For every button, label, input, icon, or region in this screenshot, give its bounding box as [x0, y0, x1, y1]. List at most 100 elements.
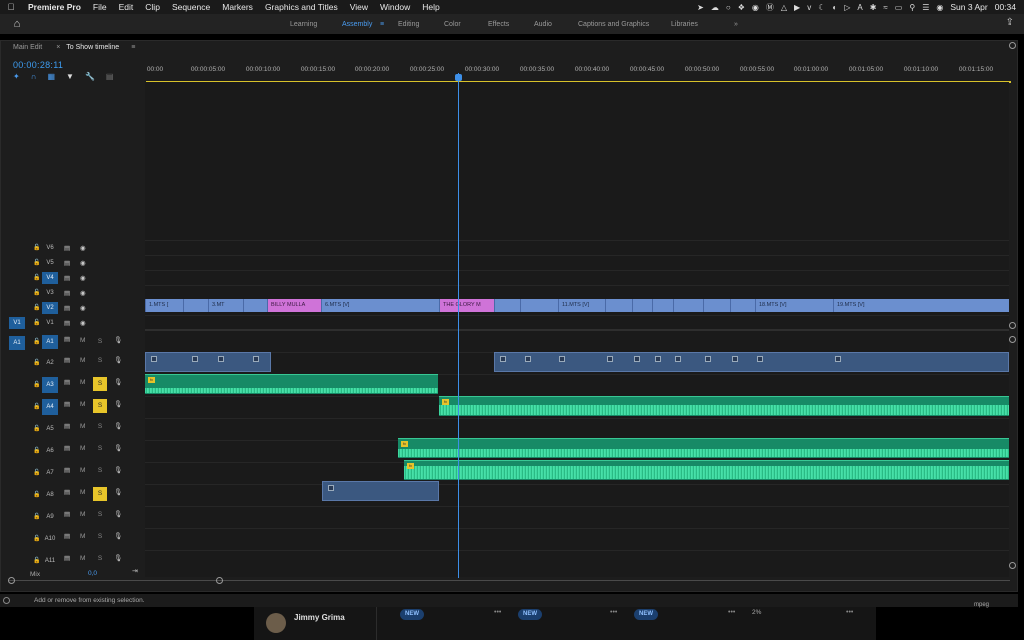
cloud-icon[interactable]: ☁ — [711, 3, 719, 12]
scroll-knob[interactable] — [1009, 336, 1016, 343]
play-circle-icon[interactable]: ▷ — [844, 3, 850, 12]
workspace-tab-editing[interactable]: Editing — [398, 21, 419, 28]
sync-lock-icon[interactable]: ▤ — [64, 335, 70, 343]
mix-end-icon[interactable]: ⇥ — [132, 567, 138, 575]
solo-button[interactable]: S — [93, 354, 107, 368]
track-label[interactable]: V5 — [42, 257, 58, 269]
audio-clip-green[interactable]: fx — [145, 374, 438, 394]
siri-icon[interactable]: ◉ — [936, 3, 943, 12]
mic-icon[interactable]: 🎙 — [114, 336, 122, 344]
mute-button[interactable]: M — [80, 445, 85, 452]
solo-button-active[interactable]: S — [93, 377, 107, 391]
playhead-handle[interactable] — [455, 74, 462, 81]
nest-icon[interactable]: ✦ — [13, 72, 20, 81]
menu-clip[interactable]: Clip — [139, 2, 166, 12]
moon2-icon[interactable]: ◐ — [832, 3, 837, 12]
workspace-tab-captions[interactable]: Captions and Graphics — [578, 21, 649, 28]
scroll-knob[interactable] — [1009, 322, 1016, 329]
moon-icon[interactable]: ☾ — [818, 3, 825, 12]
mute-button[interactable]: M — [80, 423, 85, 430]
playhead-timecode[interactable]: 00:00:28:11 — [13, 60, 63, 70]
video-clip-pink[interactable]: BILLY MULLA — [267, 299, 321, 312]
track-label[interactable]: A11 — [42, 555, 58, 567]
mute-button[interactable]: M — [80, 357, 85, 364]
video-clip[interactable] — [243, 299, 267, 312]
mute-button[interactable]: M — [80, 401, 85, 408]
workspace-menu-icon[interactable]: ≡ — [380, 21, 384, 28]
track-label[interactable]: V6 — [42, 242, 58, 254]
lock-icon[interactable]: 🔓 — [33, 557, 40, 564]
lock-icon[interactable]: 🔓 — [33, 381, 40, 388]
a-icon[interactable]: A — [857, 3, 862, 12]
m-icon[interactable]: Ⓜ — [766, 2, 774, 13]
sync-lock-icon[interactable]: ▤ — [64, 319, 70, 327]
menu-view[interactable]: View — [344, 2, 374, 12]
sync-lock-icon[interactable]: ▤ — [64, 378, 70, 386]
scroll-rail[interactable] — [8, 580, 1010, 581]
video-clip[interactable] — [183, 299, 208, 312]
workspace-tab-libraries[interactable]: Libraries — [671, 21, 698, 28]
sync-lock-icon[interactable]: ▤ — [64, 356, 70, 364]
eye-icon[interactable]: ◉ — [80, 244, 86, 252]
mute-button[interactable]: M — [80, 511, 85, 518]
sync-lock-icon[interactable]: ▤ — [64, 289, 70, 297]
track-label[interactable]: V3 — [42, 287, 58, 299]
lock-icon[interactable]: 🔓 — [33, 274, 40, 281]
avatar[interactable] — [266, 613, 286, 633]
play-icon[interactable]: ▶ — [794, 3, 800, 12]
mute-button[interactable]: M — [80, 533, 85, 540]
eye-icon[interactable]: ◉ — [80, 259, 86, 267]
track-label[interactable]: A6 — [42, 445, 58, 457]
video-clip[interactable] — [652, 299, 673, 312]
search-icon[interactable]: ⚲ — [909, 3, 915, 12]
lock-icon[interactable]: 🔓 — [33, 535, 40, 542]
drive-icon[interactable]: △ — [781, 3, 787, 12]
mic-icon[interactable]: 🎙 — [114, 356, 122, 364]
menu-graphics[interactable]: Graphics and Titles — [259, 2, 344, 12]
eye-icon[interactable]: ◉ — [80, 304, 86, 312]
solo-button[interactable]: S — [93, 464, 107, 478]
bluetooth-icon[interactable]: ✱ — [870, 3, 877, 12]
audio-clip-green[interactable]: fx — [439, 396, 1009, 416]
track-label[interactable]: A3 — [42, 377, 58, 393]
captions-icon[interactable]: ▤ — [106, 72, 114, 81]
source-patch-v1[interactable]: V1 — [9, 317, 25, 329]
video-vertical-scrollbar[interactable] — [1009, 42, 1016, 332]
eye-icon[interactable]: ◉ — [80, 274, 86, 282]
scroll-handle-right[interactable] — [216, 577, 223, 584]
audio-clip[interactable] — [494, 352, 1009, 372]
workspace-tab-assembly[interactable]: Assembly — [342, 21, 372, 28]
mix-value[interactable]: 0,0 — [88, 570, 97, 577]
solo-button[interactable]: S — [93, 552, 107, 566]
video-clip[interactable] — [730, 299, 755, 312]
sync-lock-icon[interactable]: ▤ — [64, 400, 70, 408]
vimeo-icon[interactable]: v — [807, 3, 811, 12]
video-clip[interactable]: 19.MTS [V] — [833, 299, 1009, 312]
sync-lock-icon[interactable]: ▤ — [64, 510, 70, 518]
tab-main-edit[interactable]: Main Edit — [1, 44, 54, 51]
source-patch-a1[interactable]: A1 — [9, 336, 25, 350]
track-label[interactable]: V4 — [42, 272, 58, 284]
eye-icon[interactable]: ◉ — [80, 289, 86, 297]
mic-icon[interactable]: 🎙 — [114, 400, 122, 408]
mute-button[interactable]: M — [80, 337, 85, 344]
workspace-overflow-button[interactable]: » — [734, 21, 738, 28]
solo-button[interactable]: S — [93, 335, 107, 349]
solo-button[interactable]: S — [93, 508, 107, 522]
lock-icon[interactable]: 🔓 — [33, 469, 40, 476]
creative-cloud-icon[interactable]: ○ — [726, 3, 731, 12]
workspace-tab-learning[interactable]: Learning — [290, 21, 317, 28]
sync-lock-icon[interactable]: ▤ — [64, 466, 70, 474]
home-icon[interactable]: ⌂ — [0, 18, 34, 30]
linked-selection-icon[interactable]: ▦ — [47, 72, 55, 81]
video-clip[interactable] — [605, 299, 632, 312]
track-label[interactable]: A7 — [42, 467, 58, 479]
eye-icon[interactable]: ◉ — [80, 319, 86, 327]
track-label[interactable]: A5 — [42, 423, 58, 435]
track-label[interactable]: V2 — [42, 302, 58, 314]
menu-file[interactable]: File — [87, 2, 113, 12]
more-icon[interactable]: ••• — [846, 609, 853, 616]
battery-icon[interactable]: ▭ — [895, 3, 903, 12]
audio-clip[interactable] — [322, 481, 439, 501]
solo-button[interactable]: S — [93, 420, 107, 434]
